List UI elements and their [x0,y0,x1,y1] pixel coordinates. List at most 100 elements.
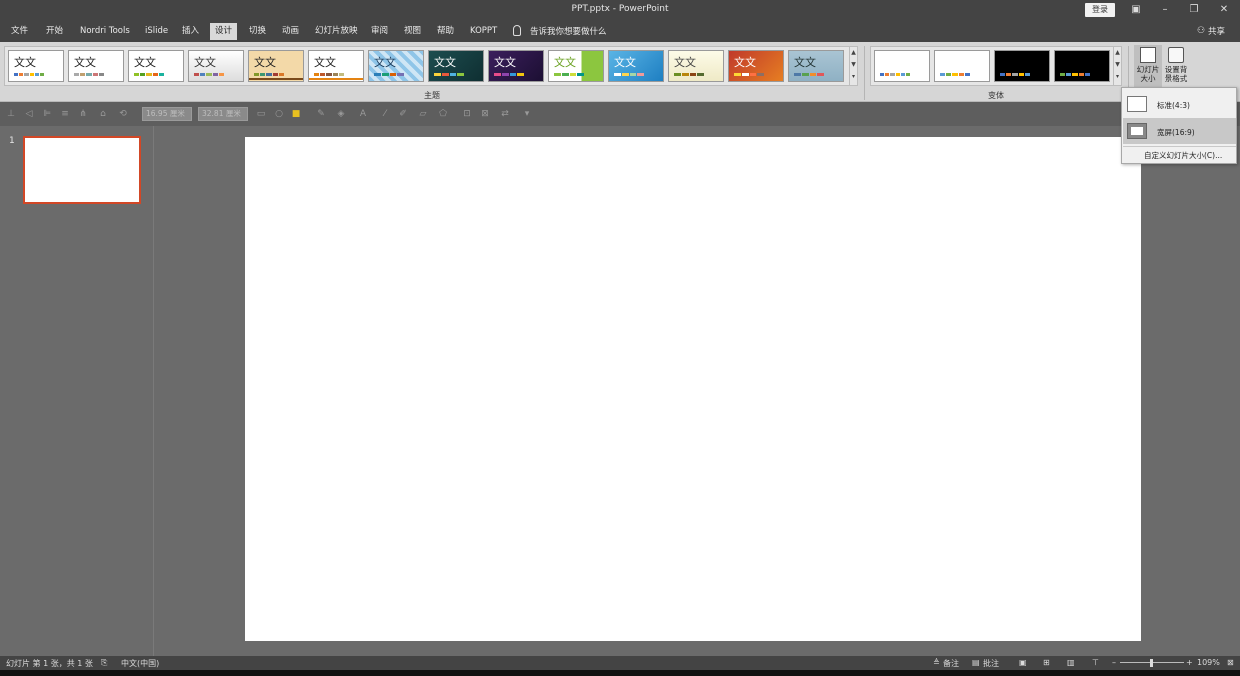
line-style-icon[interactable]: ▱ [418,109,428,119]
variant-1[interactable] [874,50,930,82]
widescreen-16-9-option[interactable]: 宽屏(16:9) [1123,118,1236,144]
normal-view-icon[interactable]: ▣ [1019,658,1027,667]
theme-office[interactable]: 文文 [8,50,64,82]
theme-vapor[interactable]: 文文 [728,50,784,82]
theme-office-2[interactable]: 文文 [68,50,124,82]
share-button[interactable]: 共享 [1208,25,1225,37]
variants-gallery-scroll[interactable]: ▲ ▼ ▾ [1113,47,1121,85]
toolbar-more-icon[interactable]: ▾ [522,109,532,119]
zoom-out-icon[interactable]: – [1112,658,1116,667]
dropdown-divider [1123,146,1236,147]
slide-canvas[interactable] [245,137,1141,641]
login-button[interactable]: 登录 [1085,3,1115,17]
tell-me-search[interactable]: 告诉我你想要做什么 [530,25,607,37]
scroll-up-icon[interactable]: ▲ [1114,47,1121,59]
distribute-icon[interactable]: ⋔ [78,109,88,119]
slide-thumbnail-pane: 1 [0,126,154,656]
theme-ion[interactable]: 文文 [188,50,244,82]
eyedropper-icon[interactable]: ⁄ [380,109,390,119]
gallery-more-icon[interactable]: ▾ [1114,71,1121,83]
scroll-down-icon[interactable]: ▼ [1114,59,1121,71]
theme-slice[interactable]: 文文 [368,50,424,82]
theme-savon[interactable]: 文文 [668,50,724,82]
tab-transitions[interactable]: 切换 [244,23,271,40]
gallery-more-icon[interactable]: ▾ [850,71,857,83]
slideshow-view-icon[interactable]: ⊤ [1092,658,1099,667]
tab-file[interactable]: 文件 [6,23,33,40]
theme-thumb-label: 文文 [794,56,816,69]
tab-nordri-tools[interactable]: Nordri Tools [75,23,135,40]
variant-2[interactable] [934,50,990,82]
variant-3[interactable] [994,50,1050,82]
custom-slide-size-option[interactable]: 自定义幻灯片大小(C)... [1144,150,1222,161]
rotate-icon[interactable]: ⟲ [118,109,128,119]
transform-icon[interactable]: ⇄ [500,109,510,119]
theme-retrospect[interactable]: 文文 [308,50,364,82]
font-color-icon[interactable]: A [358,109,368,119]
tab-slideshow[interactable]: 幻灯片放映 [310,23,363,40]
theme-thumb-label: 文文 [614,56,636,69]
paint-bucket-icon[interactable]: ◈ [336,109,346,119]
brush-icon[interactable]: ✎ [316,109,326,119]
zoom-slider-thumb[interactable] [1150,659,1153,667]
tab-review[interactable]: 审阅 [366,23,393,40]
align-left-icon[interactable]: ⊫ [42,109,52,119]
theme-berlin[interactable]: 文文 [428,50,484,82]
align-center-icon[interactable]: ≡ [60,109,70,119]
slide-sorter-icon[interactable]: ⊞ [1043,658,1050,667]
group-icon[interactable]: ⌂ [98,109,108,119]
shape-height-field[interactable]: 16.95 厘米 [142,107,192,121]
widescreen-slide-icon [1127,123,1147,139]
ribbon-display-options-icon[interactable]: ▣ [1126,2,1146,18]
crop-icon[interactable]: ⊡ [462,109,472,119]
merge-shapes-icon[interactable]: ⊠ [480,109,490,119]
notes-button[interactable]: 备注 [943,658,959,669]
language-status[interactable]: 中文(中国) [121,658,159,669]
fill-color-icon[interactable]: ■ [291,109,301,119]
shape-width-field[interactable]: 32.81 厘米 [198,107,248,121]
theme-organic[interactable]: 文文 [248,50,304,82]
slide-thumbnail[interactable] [23,136,141,204]
variant-4[interactable] [1054,50,1110,82]
standard-4-3-option[interactable]: 标准(4:3) [1123,91,1236,117]
format-background-button[interactable]: 设置背 景格式 [1162,45,1190,89]
person-icon: ⚇ [1197,26,1206,36]
theme-wisp[interactable]: 文文 [548,50,604,82]
scroll-up-icon[interactable]: ▲ [850,47,857,59]
zoom-level[interactable]: 109% [1197,658,1220,667]
reading-view-icon[interactable]: ▥ [1067,658,1075,667]
spellcheck-icon[interactable]: ⎘ [101,658,107,668]
format-background-label-2: 景格式 [1164,74,1188,83]
themes-gallery-scroll[interactable]: ▲ ▼ ▾ [849,47,857,85]
zoom-in-icon[interactable]: + [1186,658,1193,667]
scroll-down-icon[interactable]: ▼ [850,59,857,71]
tab-insert[interactable]: 插入 [177,23,204,40]
tab-islide[interactable]: iSlide [140,23,173,40]
pen-icon[interactable]: ✐ [398,109,408,119]
close-button[interactable]: ✕ [1214,2,1234,18]
comments-button[interactable]: 批注 [983,658,999,669]
tab-help[interactable]: 帮助 [432,23,459,40]
tab-view[interactable]: 视图 [399,23,426,40]
restore-button[interactable]: ❐ [1184,2,1204,18]
tab-home[interactable]: 开始 [41,23,68,40]
standard-slide-icon [1127,96,1147,112]
tab-animations[interactable]: 动画 [277,23,304,40]
theme-dividend[interactable]: 文文 [608,50,664,82]
fit-to-window-icon[interactable]: ⊠ [1227,658,1234,667]
theme-facet[interactable]: 文文 [128,50,184,82]
send-backward-icon[interactable]: ◁ [24,109,34,119]
bring-forward-icon[interactable]: ⊥ [6,109,16,119]
taskbar-strip [0,670,1240,676]
textbox-icon[interactable]: ▭ [256,109,266,119]
theme-thumb-label: 文文 [74,56,96,69]
minimize-button[interactable]: – [1155,2,1175,18]
ellipse-icon[interactable]: ○ [274,109,284,119]
theme-celestial[interactable]: 文文 [488,50,544,82]
tab-design[interactable]: 设计 [210,23,238,40]
slide-size-button[interactable]: 幻灯片 大小 [1134,45,1162,89]
shape-effects-icon[interactable]: ⬠ [438,109,448,119]
theme-main-event[interactable]: 文文 [788,50,844,82]
design-ribbon: 文文 文文 文文 文文 文文 文文 文文 文文 文文 文文 文文 文文 文文 文… [0,42,1240,102]
tab-koppt[interactable]: KOPPT [465,23,502,40]
